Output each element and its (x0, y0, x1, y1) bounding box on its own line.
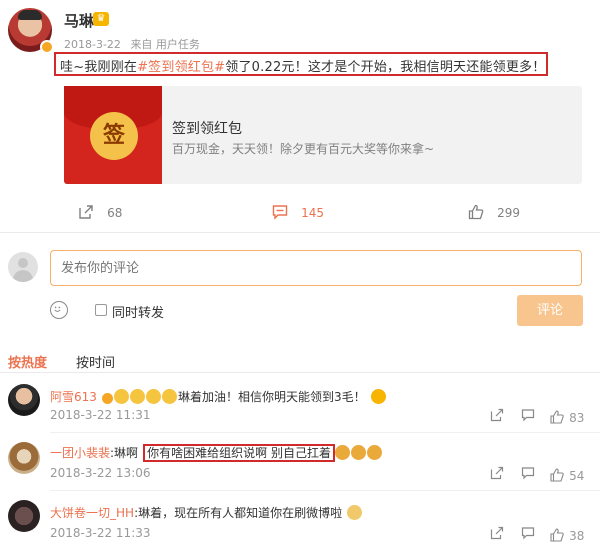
doge-emoji-icon (347, 505, 363, 520)
post-meta: 2018-3-22 来自 用户任务 (64, 36, 206, 52)
reply-icon[interactable] (521, 466, 535, 480)
comment-time: 2018-3-22 13:06 (50, 466, 151, 480)
comment-like-count: 54 (569, 469, 585, 483)
comment-like-count: 83 (569, 411, 585, 425)
comment-text: :琳着，现在所有人都知道你在刷微博啦 (134, 506, 343, 520)
cry-emoji-icon (334, 445, 350, 460)
laugh-emoji-icon (114, 389, 129, 404)
share-count: 68 (107, 206, 123, 220)
comment-avatar[interactable] (8, 442, 40, 474)
laugh-emoji-icon (146, 389, 161, 404)
reply-icon[interactable] (521, 408, 535, 422)
tabs-divider (0, 372, 600, 373)
comment-text-prefix: :琳啊 (110, 446, 139, 460)
comment-text-highlight: 你有啥困难给组织说啊 别自己扛着 (143, 444, 335, 462)
share-icon[interactable] (490, 408, 504, 422)
card-title[interactable]: 签到领红包 (172, 118, 242, 138)
comment-author[interactable]: 一团小裴裴 (50, 446, 110, 460)
thumbs-up-icon (550, 468, 564, 482)
comment-like-button[interactable]: 83 (550, 407, 584, 426)
emoji-icon[interactable] (50, 301, 68, 319)
cry-emoji-icon (350, 445, 366, 460)
post-text-prefix: 哇~我刚刚在 (60, 60, 138, 75)
share-icon[interactable] (490, 466, 504, 480)
comment-text: 琳着加油！相信你明天能领到3毛！ (178, 390, 366, 404)
verified-badge-icon (40, 40, 54, 54)
like-button[interactable]: 299 (468, 202, 520, 221)
post-hashtag-link[interactable]: #签到领红包# (137, 60, 225, 75)
comment-divider (50, 490, 600, 491)
repost-checkbox[interactable] (95, 304, 107, 316)
comment-avatar[interactable] (8, 500, 40, 532)
laugh-emoji-icon (130, 389, 145, 404)
comment-like-button[interactable]: 38 (550, 525, 584, 544)
reply-icon[interactable] (521, 526, 535, 540)
like-count: 299 (497, 206, 520, 220)
comment-body: 大饼卷一切_HH:琳着，现在所有人都知道你在刷微博啦 (50, 502, 363, 521)
card-description: 百万现金，天天领！除夕更有百元大奖等你来拿~ (172, 142, 435, 156)
share-icon (79, 205, 93, 219)
comment-input[interactable] (50, 250, 582, 286)
share-button[interactable]: 68 (78, 202, 122, 221)
comment-icon (272, 205, 288, 220)
comment-body: 一团小裴裴:琳啊 你有啥困难给组织说啊 别自己扛着 (50, 442, 383, 462)
post-date[interactable]: 2018-3-22 (64, 38, 121, 51)
comment-body: 阿雪613 琳着加油！相信你明天能领到3毛！ (50, 386, 387, 405)
laugh-emoji-icon (162, 389, 177, 404)
repost-label[interactable]: 同时转发 (112, 302, 164, 321)
comment-time: 2018-3-22 11:31 (50, 408, 151, 422)
tab-sort-by-time[interactable]: 按时间 (76, 352, 115, 371)
comment-button[interactable]: 145 (272, 202, 324, 221)
thumbs-up-icon (468, 204, 484, 220)
share-icon[interactable] (490, 526, 504, 540)
cry-emoji-icon (366, 445, 382, 460)
red-envelope-image[interactable]: 签 (64, 86, 162, 184)
submit-comment-button[interactable]: 评论 (517, 295, 583, 326)
comment-time: 2018-3-22 11:33 (50, 526, 151, 540)
vip-icon (102, 393, 113, 404)
section-divider (0, 232, 600, 233)
post-text: 哇~我刚刚在#签到领红包#领了0.22元！这才是个开始，我相信明天还能领更多！ (60, 56, 545, 75)
post-text-suffix: 领了0.22元！这才是个开始，我相信明天还能领更多！ (225, 60, 546, 75)
post-source: 来自 用户任务 (130, 38, 200, 51)
comment-like-button[interactable]: 54 (550, 465, 584, 484)
comment-divider (50, 432, 600, 433)
current-user-avatar (8, 252, 38, 282)
tab-sort-by-hot[interactable]: 按热度 (8, 352, 47, 371)
surprised-emoji-icon (370, 389, 386, 404)
qian-seal-icon: 签 (90, 112, 138, 160)
vip-crown-icon: ♛ (93, 12, 109, 26)
thumbs-up-icon (550, 410, 564, 424)
comment-avatar[interactable] (8, 384, 40, 416)
comment-author[interactable]: 阿雪613 (50, 390, 97, 404)
comment-count: 145 (301, 206, 324, 220)
thumbs-up-icon (550, 528, 564, 542)
comment-author[interactable]: 大饼卷一切_HH (50, 506, 134, 520)
comment-like-count: 38 (569, 529, 585, 543)
author-name[interactable]: 马琳 (64, 10, 94, 31)
